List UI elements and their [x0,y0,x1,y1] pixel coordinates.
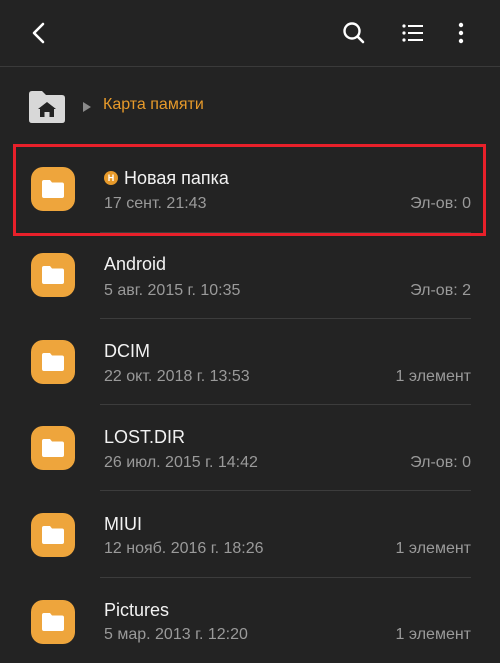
breadcrumb-separator-icon [81,100,93,112]
item-date: 26 июл. 2015 г. 14:42 [104,454,258,471]
folder-icon [31,167,75,211]
breadcrumb [0,67,500,142]
item-date: 5 авг. 2015 г. 10:35 [104,282,241,299]
list-item[interactable]: LOST.DIR 26 июл. 2015 г. 14:42 Эл-ов: 0 [0,402,500,491]
list-item[interactable]: Pictures 5 мар. 2013 г. 12:20 1 элемент [0,576,500,662]
more-vert-icon[interactable] [444,16,478,50]
top-toolbar [0,0,500,67]
folder-icon [31,600,75,644]
item-date: 22 окт. 2018 г. 13:53 [104,368,250,385]
home-folder-icon[interactable] [27,88,67,124]
item-date: 12 нояб. 2016 г. 18:26 [104,540,264,557]
list-item[interactable]: Н Новая папка 17 сент. 21:43 Эл-ов: 0 [0,143,500,233]
list-item[interactable]: Android 5 авг. 2015 г. 10:35 Эл-ов: 2 [0,229,500,319]
breadcrumb-current[interactable]: Карта памяти [103,96,204,114]
folder-icon [31,253,75,297]
folder-icon [31,426,75,470]
list-item[interactable]: MIUI 12 нояб. 2016 г. 18:26 1 элемент [0,489,500,578]
list-item[interactable]: DCIM 22 окт. 2018 г. 13:53 1 элемент [0,316,500,405]
search-icon[interactable] [337,16,371,50]
folder-icon [31,340,75,384]
item-count: Эл-ов: 0 [410,454,471,471]
back-arrow-icon[interactable] [22,16,56,50]
item-count: Эл-ов: 0 [410,195,471,212]
item-count: Эл-ов: 2 [410,282,471,299]
new-badge: Н [104,171,118,185]
item-name: MIUI [104,514,142,534]
item-count: 1 элемент [395,368,471,385]
item-date: 17 сент. 21:43 [104,195,207,212]
item-name: Android [104,254,167,274]
item-name: LOST.DIR [104,427,186,447]
item-count: 1 элемент [395,626,471,643]
item-name: Н Новая папка [104,168,229,189]
item-name: DCIM [104,341,150,361]
item-name: Pictures [104,600,170,620]
list-view-icon[interactable] [396,16,430,50]
folder-icon [31,513,75,557]
item-count: 1 элемент [395,540,471,557]
item-date: 5 мар. 2013 г. 12:20 [104,626,248,643]
